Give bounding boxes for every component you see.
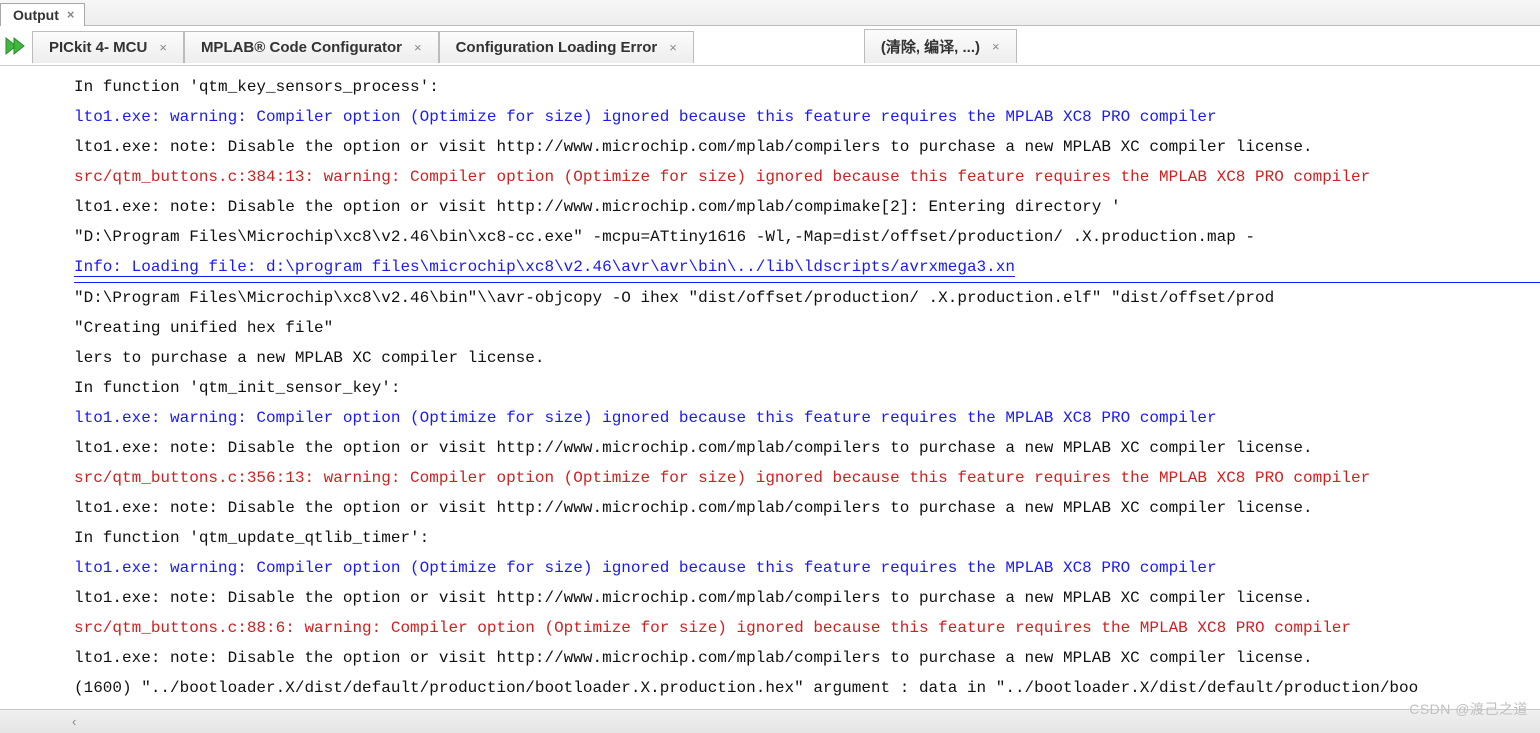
tab-label: Configuration Loading Error	[456, 39, 658, 56]
console-line: In function 'qtm_update_qtlib_timer':	[74, 523, 1540, 553]
close-icon[interactable]: ×	[992, 40, 1000, 53]
tab-label: MPLAB® Code Configurator	[201, 39, 402, 56]
close-icon[interactable]: ×	[414, 41, 422, 54]
console-line: src/qtm_buttons.c:356:13: warning: Compi…	[74, 463, 1540, 493]
output-console[interactable]: In function 'qtm_key_sensors_process':lt…	[0, 66, 1540, 709]
panel-tab-output[interactable]: Output ×	[0, 3, 85, 26]
console-line: src/qtm_buttons.c:384:13: warning: Compi…	[74, 162, 1540, 192]
close-icon[interactable]: ×	[67, 8, 75, 21]
console-line: In function 'qtm_key_sensors_process':	[74, 72, 1540, 102]
panel-tab-bar: Output ×	[0, 0, 1540, 26]
console-line: "D:\Program Files\Microchip\xc8\v2.46\bi…	[74, 283, 1540, 313]
console-line: src/qtm_buttons.c:88:6: warning: Compile…	[74, 613, 1540, 643]
console-line: lers to purchase a new MPLAB XC compiler…	[74, 343, 1540, 373]
tab-mplab-code-configurator[interactable]: MPLAB® Code Configurator ×	[184, 31, 439, 63]
console-line: Info: Loading file: d:\program files\mic…	[74, 252, 1540, 283]
close-icon[interactable]: ×	[669, 41, 677, 54]
status-bar: ‹	[0, 709, 1540, 733]
console-line: lto1.exe: note: Disable the option or vi…	[74, 132, 1540, 162]
tab-label: (清除, 编译, ...)	[881, 36, 980, 57]
console-line: lto1.exe: note: Disable the option or vi…	[74, 433, 1540, 463]
console-line: "Creating unified hex file"	[74, 313, 1540, 343]
tab-clean-build[interactable]: (清除, 编译, ...) ×	[864, 29, 1017, 63]
console-line: (1600) "../bootloader.X/dist/default/pro…	[74, 673, 1540, 703]
console-line: lto1.exe: warning: Compiler option (Opti…	[74, 553, 1540, 583]
tab-label: PICkit 4- MCU	[49, 39, 147, 56]
console-line: lto1.exe: note: Disable the option or vi…	[74, 493, 1540, 523]
console-line: lto1.exe: warning: Compiler option (Opti…	[74, 102, 1540, 132]
console-line: In function 'qtm_init_sensor_key':	[74, 373, 1540, 403]
close-icon[interactable]: ×	[159, 41, 167, 54]
panel-tab-label: Output	[13, 7, 59, 23]
console-line: lto1.exe: note: Disable the option or vi…	[74, 643, 1540, 673]
console-line: lto1.exe: note: Disable the option or vi…	[74, 192, 1540, 222]
toolbar-row: PICkit 4- MCU × MPLAB® Code Configurator…	[0, 26, 1540, 66]
tab-pickit[interactable]: PICkit 4- MCU ×	[32, 31, 184, 63]
console-line: "D:\Program Files\Microchip\xc8\v2.46\bi…	[74, 222, 1540, 252]
console-line: lto1.exe: note: Disable the option or vi…	[74, 583, 1540, 613]
console-line: lto1.exe: warning: Compiler option (Opti…	[74, 403, 1540, 433]
run-icon[interactable]	[4, 35, 26, 57]
tab-configuration-loading-error[interactable]: Configuration Loading Error ×	[439, 31, 694, 63]
output-tab-strip: PICkit 4- MCU × MPLAB® Code Configurator…	[32, 29, 1017, 63]
